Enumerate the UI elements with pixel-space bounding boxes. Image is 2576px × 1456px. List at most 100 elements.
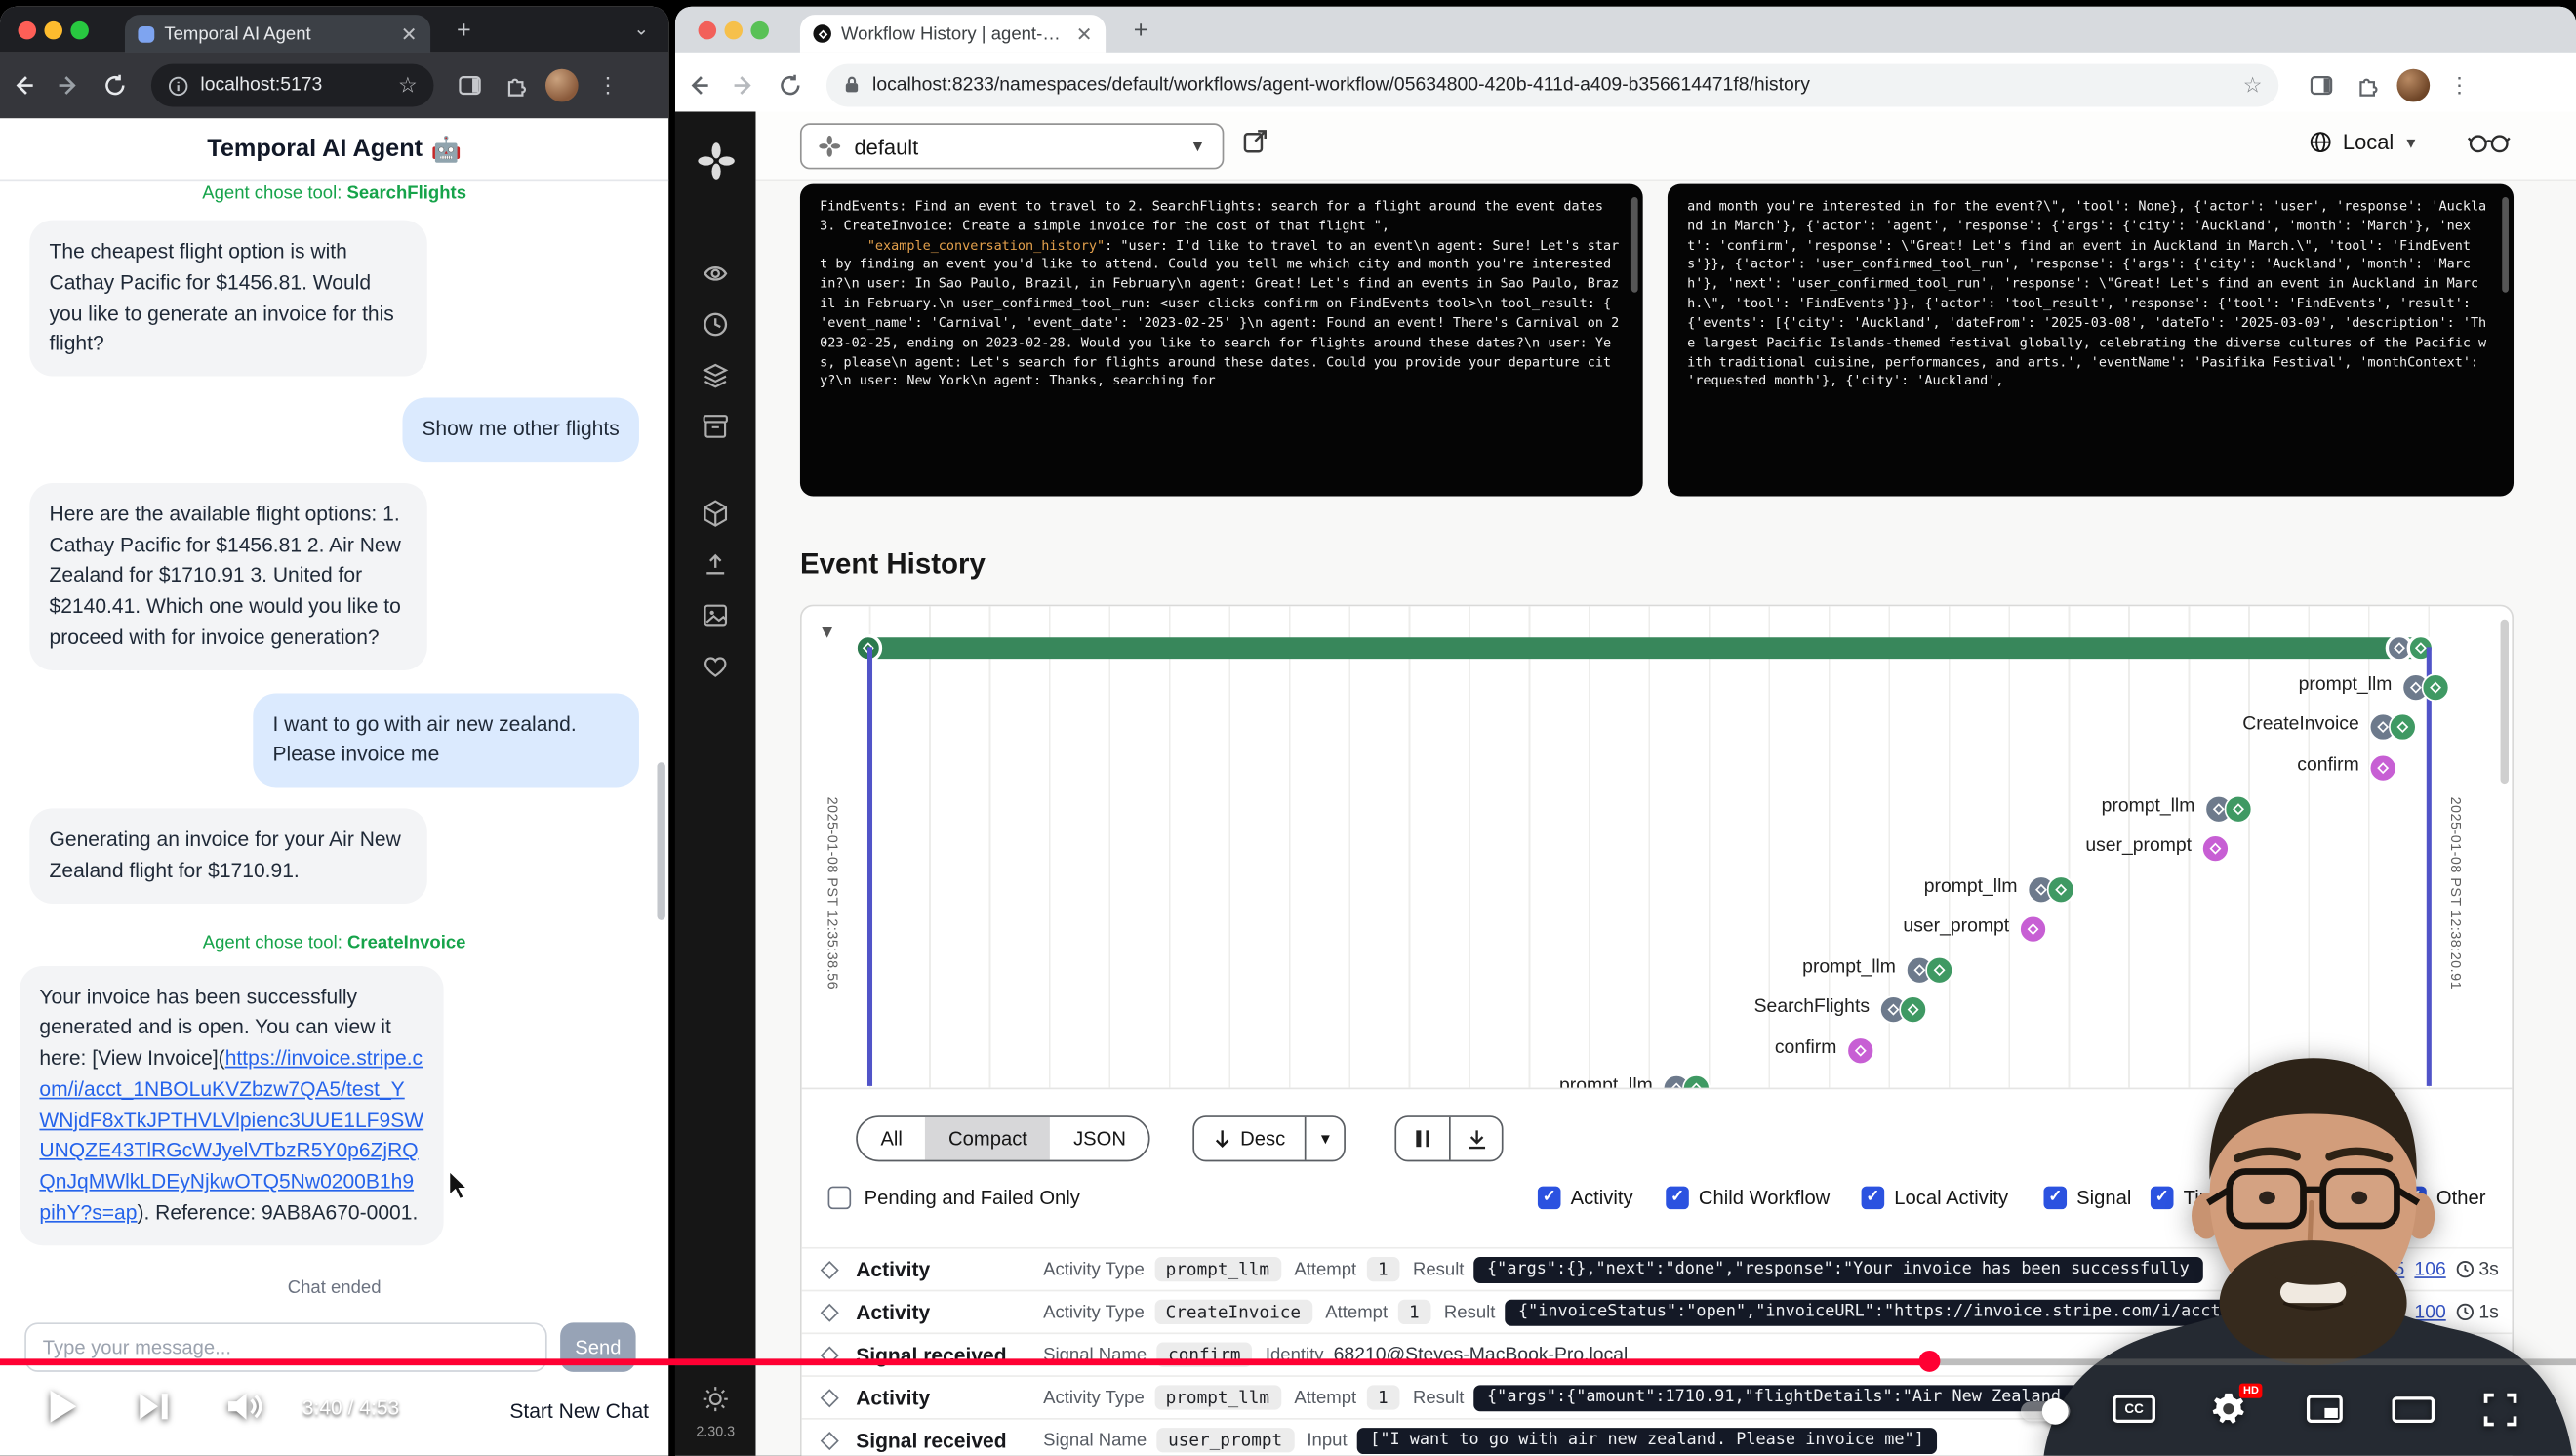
reload-button[interactable]	[92, 62, 138, 108]
code-scrollbar[interactable]	[1631, 197, 1638, 293]
reload-button[interactable]	[767, 61, 813, 107]
globe-icon	[2309, 130, 2333, 154]
collapse-chevron-icon[interactable]: ▼	[818, 623, 835, 642]
filter-checkbox-local-activity[interactable]: ✓	[1862, 1187, 1885, 1210]
url-bar[interactable]: localhost:8233/namespaces/default/workfl…	[826, 63, 2278, 106]
pending-failed-checkbox[interactable]	[828, 1187, 852, 1210]
timeline-event-marker[interactable]	[2201, 833, 2230, 862]
profile-avatar[interactable]	[2391, 61, 2436, 107]
tab-title: Temporal AI Agent	[164, 23, 390, 43]
window-minimize-button[interactable]	[724, 21, 743, 40]
tab-favicon	[138, 25, 154, 42]
temporal-logo[interactable]	[696, 142, 735, 181]
new-tab-button[interactable]: +	[1134, 17, 1148, 45]
timeline-event-marker[interactable]	[2369, 753, 2397, 782]
timeline-scrollbar[interactable]	[2501, 620, 2509, 784]
new-tab-button[interactable]: +	[457, 17, 471, 45]
region-select[interactable]: Local ▼	[2309, 130, 2419, 154]
workflows-eye-icon[interactable]	[702, 260, 730, 288]
gallery-image-icon[interactable]	[702, 601, 730, 629]
chat-scrollbar[interactable]	[657, 762, 664, 920]
pause-button[interactable]	[1396, 1117, 1449, 1160]
window-minimize-button[interactable]	[44, 21, 62, 40]
import-upload-icon[interactable]	[702, 550, 730, 579]
signal-dot	[1846, 1036, 1874, 1065]
sort-button[interactable]: Desc ▼	[1192, 1115, 1346, 1161]
menu-kebab-icon[interactable]: ⋮	[584, 62, 630, 108]
view-tab-compact[interactable]: Compact	[925, 1117, 1050, 1160]
schedules-clock-icon[interactable]	[702, 310, 730, 339]
timeline-event-marker[interactable]	[1906, 955, 1953, 984]
timeline-event-marker[interactable]	[1879, 994, 1927, 1023]
timeline-event-marker[interactable]	[2028, 875, 2075, 904]
filter-checkbox-child-workflow[interactable]: ✓	[1666, 1187, 1689, 1210]
browser-tab[interactable]: Workflow History | agent-wor ✕	[800, 15, 1106, 53]
download-button[interactable]	[1449, 1117, 1502, 1160]
message-input[interactable]	[24, 1322, 546, 1372]
browser-tab[interactable]: Temporal AI Agent ✕	[125, 15, 430, 53]
open-in-new-icon[interactable]	[1240, 127, 1269, 165]
tab-close-icon[interactable]: ✕	[1076, 22, 1093, 46]
labs-glasses-icon[interactable]	[2468, 132, 2511, 163]
timeline-event-marker[interactable]	[2019, 914, 2047, 943]
event-diamond-icon	[821, 1260, 839, 1278]
namespace-select[interactable]: default ▼	[800, 123, 1224, 169]
chat-app-header: Temporal AI Agent 🤖	[0, 118, 668, 181]
tab-title: Workflow History | agent-wor	[841, 23, 1067, 43]
workflow-duration-bar[interactable]	[869, 637, 2430, 659]
extensions-puzzle-icon[interactable]	[493, 62, 539, 108]
start-new-chat-link[interactable]: Start New Chat	[509, 1399, 649, 1423]
batch-layers-icon[interactable]	[702, 361, 730, 389]
view-tab-json[interactable]: JSON	[1050, 1117, 1148, 1160]
profile-avatar[interactable]	[539, 62, 584, 108]
send-button[interactable]: Send	[560, 1322, 635, 1372]
tab-close-icon[interactable]: ✕	[401, 22, 418, 46]
url-bar[interactable]: localhost:5173 ☆	[151, 64, 434, 107]
bookmark-star-icon[interactable]: ☆	[398, 72, 418, 99]
timeline-start-line	[866, 647, 871, 1086]
menu-kebab-icon[interactable]: ⋮	[2436, 61, 2482, 107]
browser-toolbar: localhost:8233/namespaces/default/workfl…	[675, 53, 2576, 118]
window-zoom-button[interactable]	[70, 21, 89, 40]
field-label: Attempt	[1325, 1302, 1388, 1321]
side-panel-icon[interactable]	[2298, 61, 2344, 107]
codec-cube-icon[interactable]	[702, 500, 730, 528]
forward-button[interactable]	[721, 61, 767, 107]
bot-message: Your invoice has been successfully gener…	[20, 965, 443, 1244]
workflow-result-code[interactable]: and month you're interested in for the e…	[1668, 184, 2514, 497]
timeline-event-marker[interactable]	[1663, 1073, 1711, 1089]
extensions-puzzle-icon[interactable]	[2345, 61, 2391, 107]
bot-message: The cheapest flight option is with Catha…	[29, 221, 426, 377]
window-close-button[interactable]	[699, 21, 717, 40]
view-tab-all[interactable]: All	[858, 1117, 926, 1160]
archival-box-icon[interactable]	[702, 413, 730, 441]
timeline-event-marker[interactable]	[1846, 1036, 1874, 1065]
field-badge: 1	[1366, 1257, 1399, 1281]
timeline-event-marker[interactable]	[2204, 794, 2252, 823]
sort-chevron-icon[interactable]: ▼	[1305, 1117, 1344, 1160]
theme-sun-icon[interactable]	[702, 1385, 730, 1413]
workflow-input-code[interactable]: FindEvents: Find an event to travel to 2…	[800, 184, 1643, 497]
timeline-event-marker[interactable]	[2369, 712, 2417, 741]
signal-dot	[2369, 753, 2397, 782]
field-code: ["I want to go with air new zealand. Ple…	[1357, 1427, 1938, 1453]
side-panel-icon[interactable]	[447, 62, 493, 108]
bot-message: Generating an invoice for your Air New Z…	[29, 808, 426, 903]
window-close-button[interactable]	[19, 21, 37, 40]
bookmark-star-icon[interactable]: ☆	[2243, 71, 2263, 98]
forward-button[interactable]	[46, 62, 92, 108]
diamond-icon	[2430, 681, 2441, 693]
filter-checkbox-activity[interactable]: ✓	[1538, 1187, 1561, 1210]
back-button[interactable]	[675, 61, 721, 107]
timeline-event-label: SearchFlights	[1656, 997, 1870, 1017]
field-badge: user_prompt	[1156, 1428, 1294, 1452]
timeline-event-marker[interactable]	[2402, 672, 2450, 701]
invoice-link[interactable]: https://invoice.stripe.com/i/acct_1NBOLu…	[39, 1046, 423, 1223]
feedback-heart-icon[interactable]	[702, 652, 730, 680]
site-info-icon[interactable]	[168, 75, 189, 97]
code-scrollbar[interactable]	[2502, 197, 2509, 293]
window-zoom-button[interactable]	[750, 21, 769, 40]
back-button[interactable]	[0, 62, 46, 108]
tab-search-chevron-icon[interactable]: ⌄	[634, 19, 650, 40]
arrow-down-icon	[1214, 1129, 1230, 1149]
